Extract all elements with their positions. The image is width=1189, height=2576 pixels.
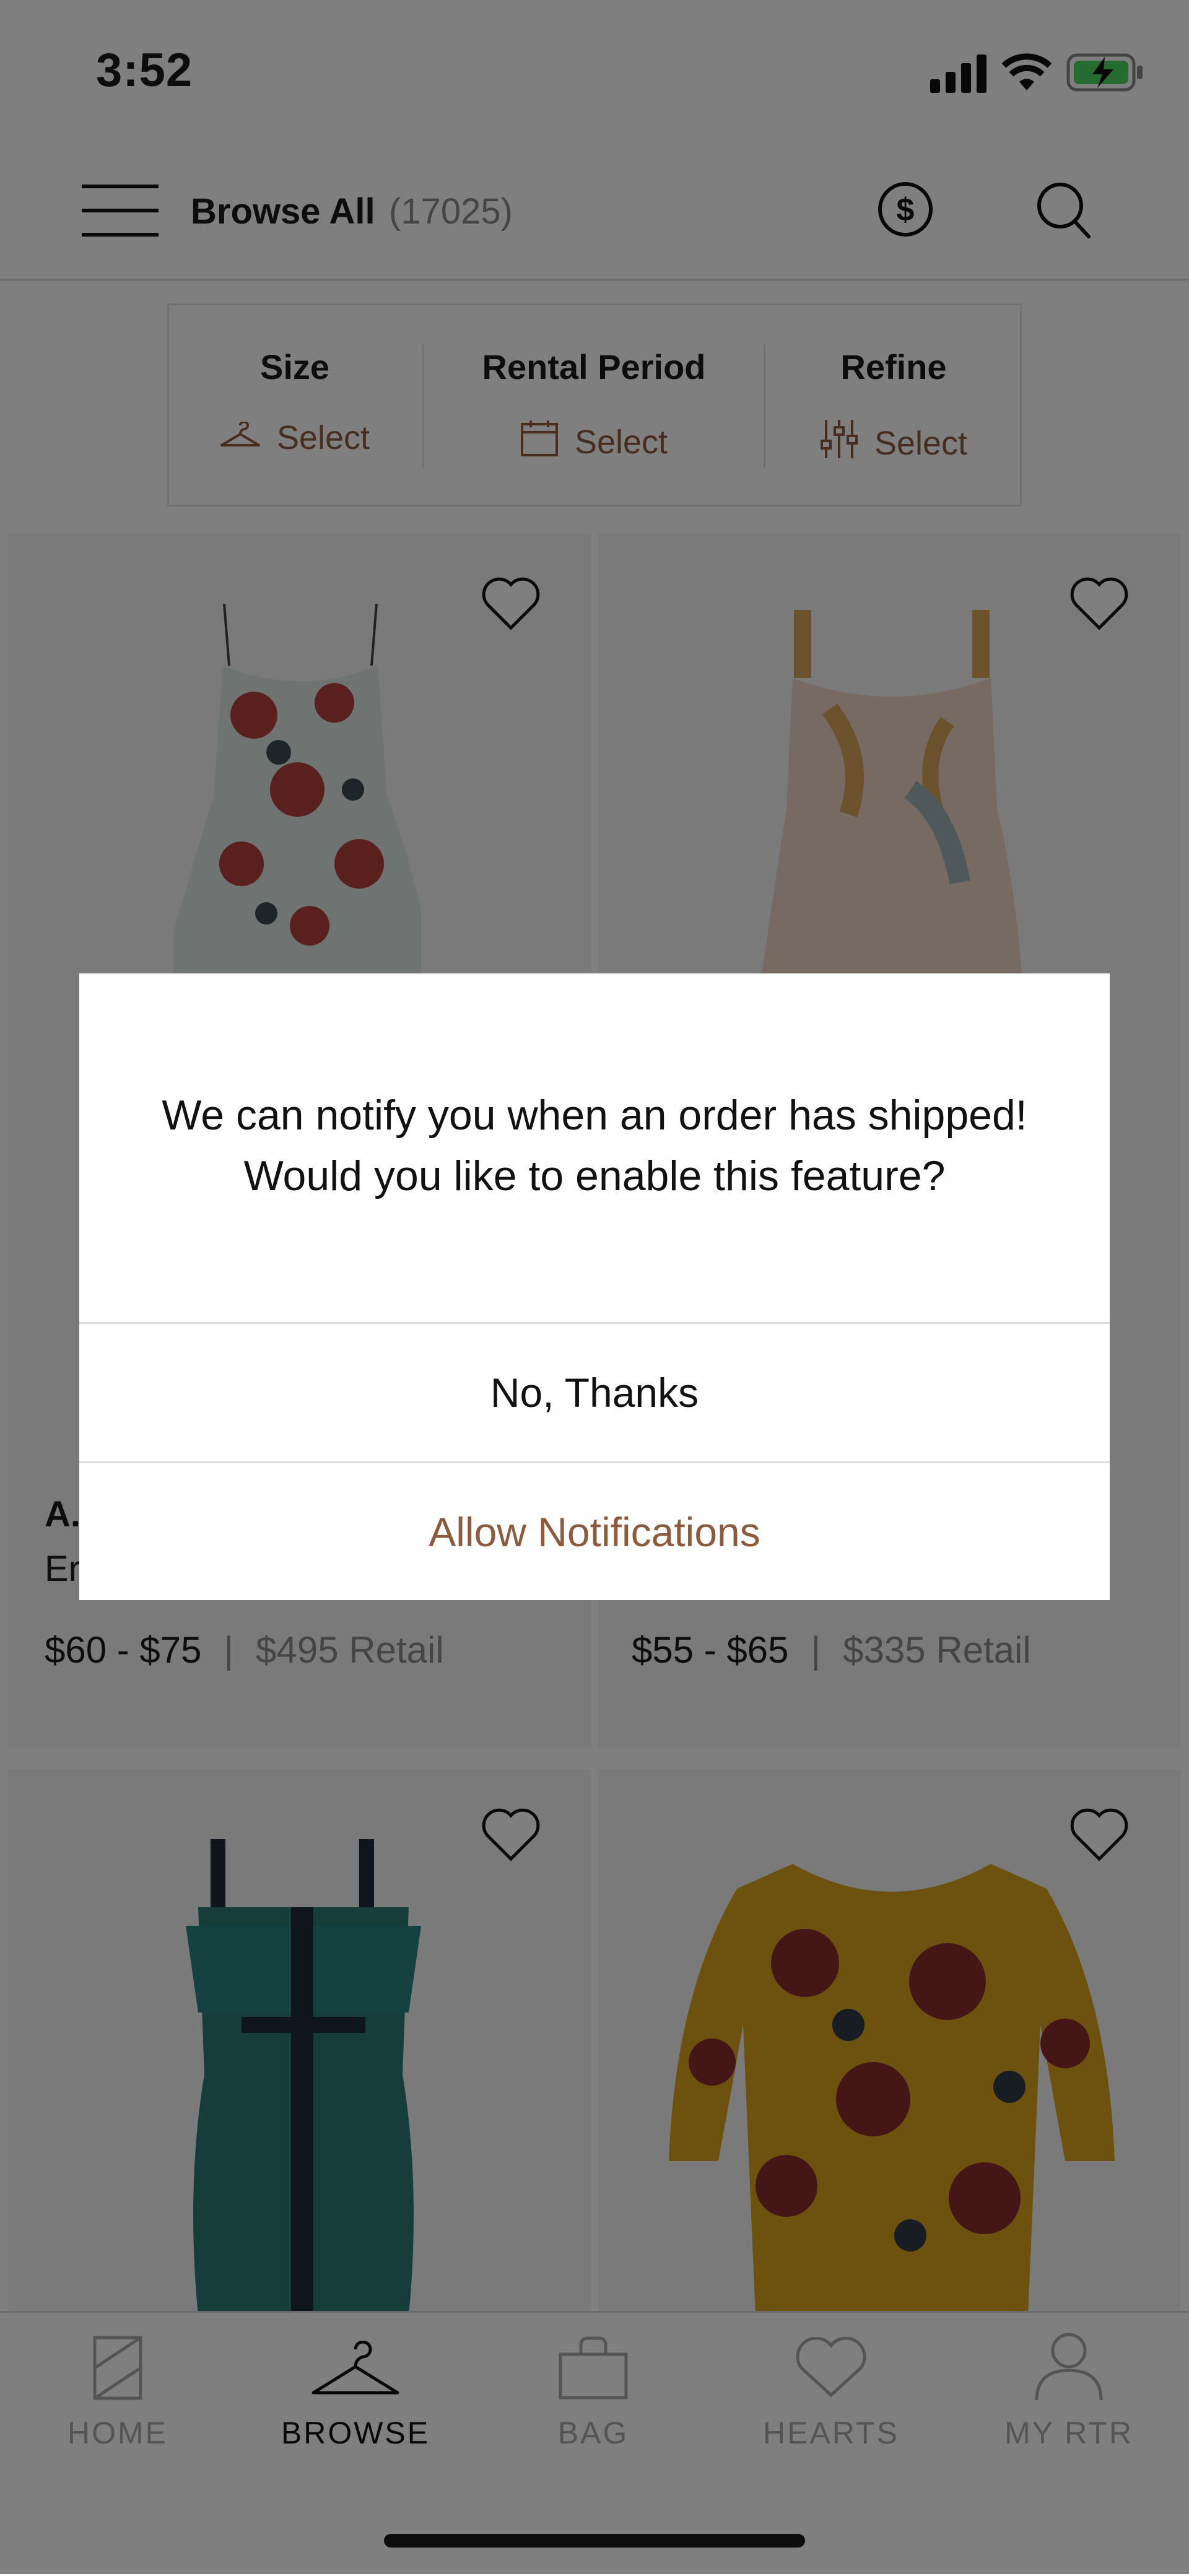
allow-notifications-button[interactable]: Allow Notifications bbox=[79, 1461, 1110, 1601]
dialog-message: We can notify you when an order has ship… bbox=[79, 1085, 1110, 1206]
dialog-message-line: Would you like to enable this feature? bbox=[243, 1152, 946, 1199]
dialog-message-line: We can notify you when an order has ship… bbox=[162, 1092, 1027, 1139]
no-thanks-button[interactable]: No, Thanks bbox=[79, 1322, 1110, 1461]
notification-permission-dialog: We can notify you when an order has ship… bbox=[79, 973, 1110, 1600]
